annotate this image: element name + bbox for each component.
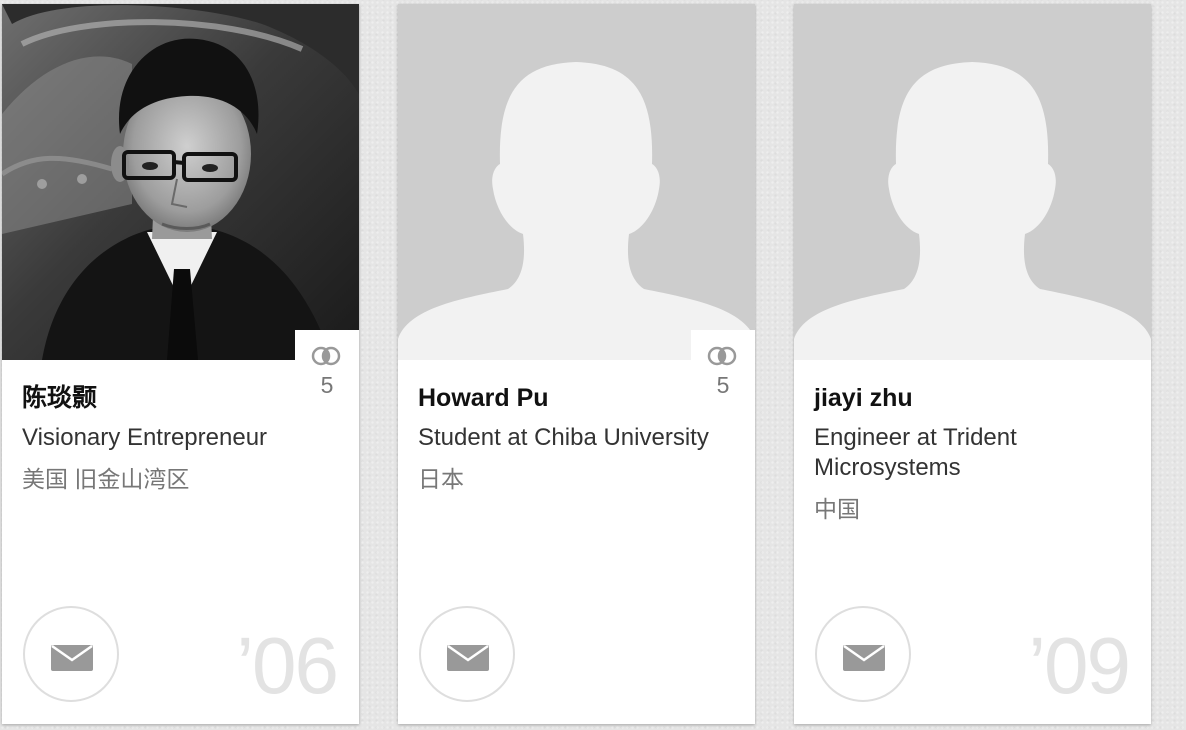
envelope-icon [51, 645, 93, 671]
profile-card[interactable]: 5 Howard Pu Student at Chiba University … [398, 4, 755, 724]
profile-card[interactable]: jiayi zhu Engineer at Trident Microsyste… [794, 4, 1151, 724]
profile-location: 日本 [418, 466, 464, 492]
profile-headline: Visionary Entrepreneur [22, 424, 268, 451]
profile-location: 中国 [814, 496, 860, 522]
profile-name[interactable]: jiayi zhu [814, 382, 1114, 414]
profile-info: Howard Pu Student at Chiba University 日本 [418, 382, 718, 494]
profile-photo[interactable] [398, 4, 755, 360]
profile-headline: Student at Chiba University [418, 424, 709, 451]
person-photo [2, 4, 359, 360]
profile-photo[interactable] [2, 4, 359, 360]
envelope-icon [447, 645, 489, 671]
message-button[interactable] [815, 606, 911, 702]
class-year: ’09 [1028, 621, 1131, 710]
default-avatar-silhouette [398, 4, 755, 360]
shared-connections-icon [707, 346, 737, 366]
envelope-icon [843, 645, 885, 671]
message-button[interactable] [419, 606, 515, 702]
default-avatar-silhouette [794, 4, 1151, 360]
profile-headline: Engineer at Trident Microsystems [814, 424, 1017, 481]
profile-info: 陈琰颢 Visionary Entrepreneur 美国 旧金山湾区 [22, 382, 322, 494]
profile-name[interactable]: Howard Pu [418, 382, 718, 414]
profile-info: jiayi zhu Engineer at Trident Microsyste… [814, 382, 1114, 524]
profile-card[interactable]: 5 陈琰颢 Visionary Entrepreneur 美国 旧金山湾区 ’0… [2, 4, 359, 724]
profile-photo[interactable] [794, 4, 1151, 360]
profile-name[interactable]: 陈琰颢 [22, 382, 322, 414]
shared-connections-icon [311, 346, 341, 366]
message-button[interactable] [23, 606, 119, 702]
profile-location: 美国 旧金山湾区 [22, 466, 190, 492]
class-year: ’06 [236, 621, 339, 710]
